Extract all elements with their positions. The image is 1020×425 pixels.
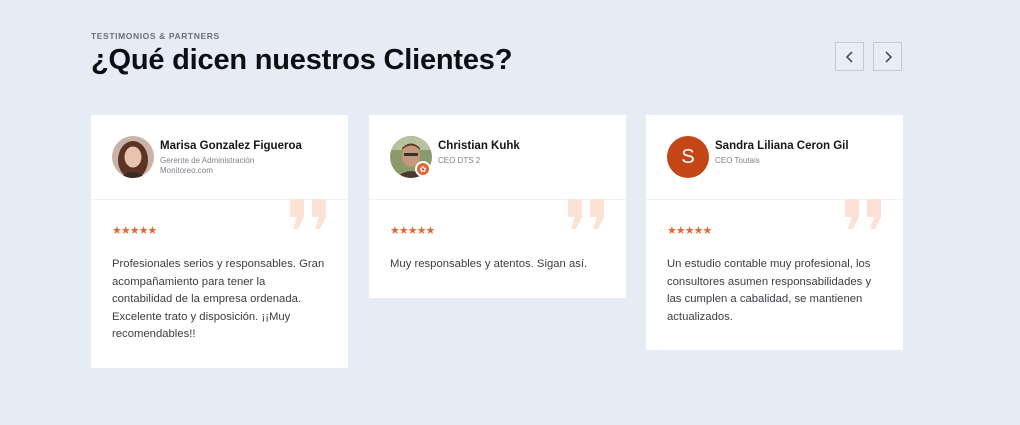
testimonial-card: S Sandra Liliana Ceron Gil CEO Toutais ★… (646, 115, 903, 350)
client-name: Marisa Gonzalez Figueroa (160, 140, 302, 152)
avatar (112, 136, 154, 178)
client-role: Gerente de Administración Monitoreo.com (160, 156, 255, 175)
testimonial-text: Muy responsables y atentos. Sigan así. (390, 258, 588, 270)
section-eyebrow: TESTIMONIOS & PARTNERS (91, 31, 220, 41)
chevron-left-icon (845, 50, 853, 63)
testimonial-text: Profesionales serios y responsables. Gra… (112, 258, 325, 340)
award-badge-icon: ✿ (415, 161, 431, 177)
section-title: ¿Qué dicen nuestros Clientes? (91, 44, 513, 76)
testimonial-header: Marisa Gonzalez Figueroa Gerente de Admi… (91, 115, 348, 200)
avatar: S (667, 136, 709, 178)
testimonial-header: S Sandra Liliana Ceron Gil CEO Toutais (646, 115, 903, 200)
quote-mark-icon (290, 199, 326, 229)
client-role: CEO DTS 2 (438, 156, 481, 165)
testimonial-header: ✿ Christian Kuhk CEO DTS 2 (369, 115, 626, 200)
quote-mark-icon (568, 199, 604, 229)
testimonial-card: Marisa Gonzalez Figueroa Gerente de Admi… (91, 115, 348, 368)
client-name: Sandra Liliana Ceron Gil (715, 140, 849, 152)
rating-stars: ★★★★★ (112, 225, 157, 237)
carousel-next-button[interactable] (873, 42, 902, 71)
client-name: Christian Kuhk (438, 140, 520, 152)
rating-stars: ★★★★★ (390, 225, 435, 237)
client-role: CEO Toutais (715, 156, 760, 165)
carousel-prev-button[interactable] (835, 42, 864, 71)
quote-mark-icon (845, 199, 881, 229)
testimonial-text: Un estudio contable muy profesional, los… (667, 258, 872, 323)
testimonial-card: ✿ Christian Kuhk CEO DTS 2 ★★★★★ Muy res… (369, 115, 626, 298)
rating-stars: ★★★★★ (667, 225, 712, 237)
chevron-right-icon (884, 50, 892, 63)
